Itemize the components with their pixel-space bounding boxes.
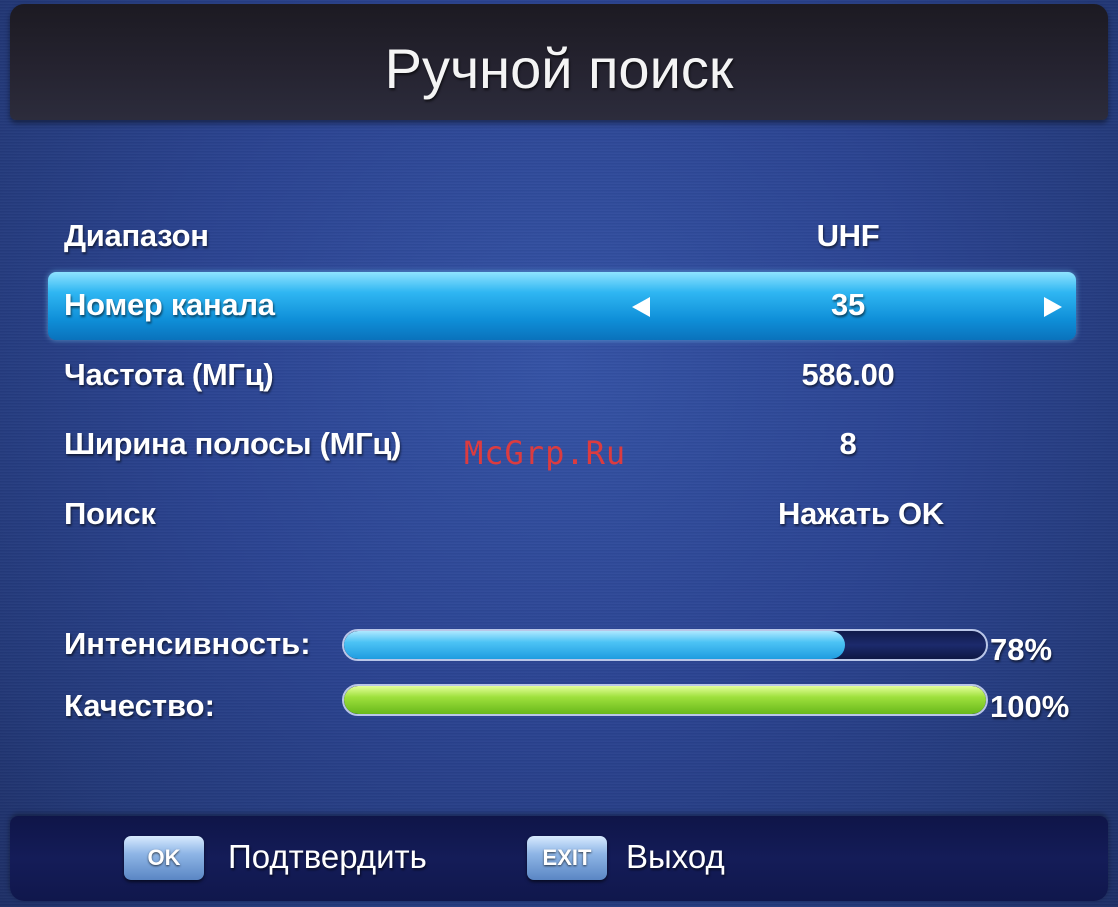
row-search[interactable]: Поиск Нажать OK (48, 481, 1076, 549)
intensity-label: Интенсивность: (64, 626, 311, 661)
search-value[interactable]: Нажать OK (778, 494, 944, 534)
quality-bar-fill (344, 686, 986, 714)
row-band[interactable]: Диапазон UHF (48, 203, 1076, 271)
channel-number-label: Номер канала (64, 287, 275, 322)
frequency-label: Частота (МГц) (64, 357, 274, 392)
manual-search-screen: Ручной поиск Диапазон UHF Номер канала 3… (0, 0, 1118, 907)
quality-bar (342, 684, 988, 716)
search-label: Поиск (64, 496, 156, 531)
ok-key-button[interactable]: OK (124, 836, 204, 880)
quality-label: Качество: (64, 688, 215, 723)
intensity-bar-fill (344, 631, 845, 659)
band-value[interactable]: UHF (778, 216, 918, 256)
arrow-right-icon[interactable] (1044, 297, 1062, 317)
channel-number-value[interactable]: 35 (778, 285, 918, 325)
arrow-left-icon[interactable] (632, 297, 650, 317)
intensity-percent: 78% (990, 632, 1053, 667)
bandwidth-value[interactable]: 8 (778, 424, 918, 464)
band-label: Диапазон (64, 218, 209, 253)
quality-percent: 100% (990, 689, 1070, 724)
row-frequency[interactable]: Частота (МГц) 586.00 (48, 342, 1076, 410)
exit-key-button[interactable]: EXIT (527, 836, 607, 880)
footer-bar: OK Подтвердить EXIT Выход (10, 816, 1108, 901)
page-title: Ручной поиск (384, 37, 734, 100)
bandwidth-label: Ширина полосы (МГц) (64, 426, 402, 461)
row-channel-number[interactable]: Номер канала 35 (48, 272, 1076, 340)
exit-caption: Выход (626, 838, 725, 875)
frequency-value[interactable]: 586.00 (778, 355, 918, 395)
confirm-caption: Подтвердить (228, 838, 427, 875)
intensity-bar (342, 629, 988, 661)
watermark-text: McGrp.Ru (464, 434, 627, 472)
title-bar: Ручной поиск (10, 4, 1108, 120)
